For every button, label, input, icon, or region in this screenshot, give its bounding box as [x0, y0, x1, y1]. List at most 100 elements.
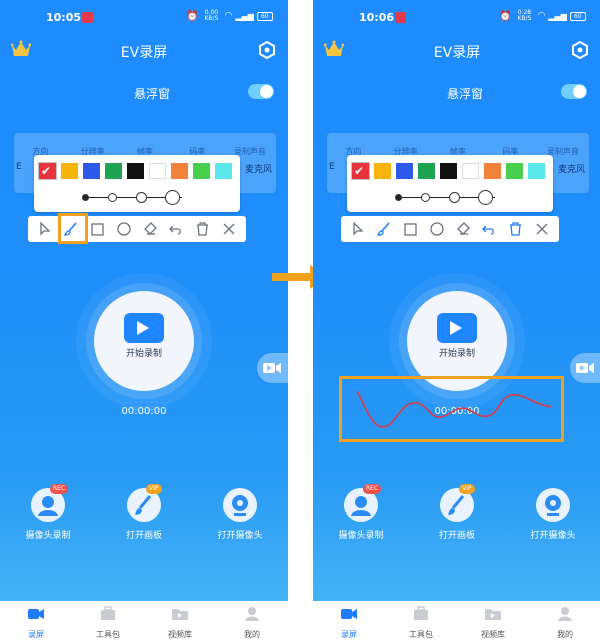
nav-profile[interactable]: 我的: [529, 601, 600, 643]
webcam-icon: [536, 488, 570, 522]
size-dot[interactable]: [478, 190, 493, 205]
floating-side-tab[interactable]: [257, 353, 288, 383]
select-arrow-icon[interactable]: [347, 218, 369, 240]
color-swatch[interactable]: [374, 163, 391, 179]
floating-side-tab[interactable]: [570, 353, 600, 383]
color-swatch[interactable]: [215, 163, 232, 179]
feature-label: 摄像头录制: [338, 531, 384, 541]
feature-label: 打开摄像头: [530, 531, 576, 541]
nav-video-library[interactable]: 视频库: [457, 601, 529, 643]
network-speed: 0.28 KB/S: [517, 9, 532, 22]
color-swatch[interactable]: [528, 163, 545, 179]
signal-icon: ▂▄▆: [548, 11, 567, 21]
nav-toolkit[interactable]: 工具包: [72, 601, 144, 643]
app-header: EV录屏: [313, 38, 600, 64]
settings-hex-icon[interactable]: [258, 41, 276, 59]
video-camera-icon: [437, 313, 477, 343]
eraser-icon[interactable]: [139, 218, 161, 240]
nav-record[interactable]: 录屏: [313, 601, 385, 643]
status-time: 10:05: [46, 11, 82, 24]
trash-icon[interactable]: [505, 218, 527, 240]
open-drawing-board-shortcut[interactable]: VIP 打开画板: [104, 484, 184, 541]
floating-window-toggle[interactable]: [248, 84, 274, 99]
color-swatch[interactable]: [418, 163, 435, 179]
bottom-nav: 录屏 工具包 视频库 我的: [0, 601, 288, 643]
color-swatch[interactable]: ✔: [38, 162, 57, 180]
battery-icon: 60: [256, 11, 273, 21]
open-camera-shortcut[interactable]: 打开摄像头: [513, 488, 593, 541]
color-swatch[interactable]: ✔: [351, 162, 370, 180]
rectangle-icon[interactable]: [87, 218, 109, 240]
size-dot[interactable]: [165, 190, 180, 205]
notification-app-icon: [395, 12, 406, 23]
status-icons: ⏰ 0.00 KB/S ◠ ▂▄▆ 60: [186, 10, 273, 22]
phone-screen-after: 10:06 ⏰ 0.28 KB/S ◠ ▂▄▆ 60 EV录屏 悬浮窗 方向 E…: [313, 0, 600, 643]
color-swatch[interactable]: [127, 163, 144, 179]
color-swatch[interactable]: [149, 163, 166, 179]
video-icon: [576, 363, 594, 373]
record-timer: 00:00:00: [121, 406, 167, 417]
size-dot[interactable]: [395, 194, 402, 201]
brush-size-slider[interactable]: [395, 188, 499, 206]
circle-icon[interactable]: [426, 218, 448, 240]
notification-app-icon: [82, 12, 93, 23]
camera-record-shortcut[interactable]: REC 摄像头录制: [8, 484, 88, 541]
size-dot[interactable]: [82, 194, 89, 201]
rec-badge: REC: [50, 484, 69, 494]
camera-record-shortcut[interactable]: REC 摄像头录制: [321, 484, 401, 541]
wifi-icon: ◠: [224, 11, 233, 21]
color-swatches: ✔: [38, 162, 232, 180]
nav-label: 视频库: [481, 630, 505, 639]
color-swatch[interactable]: [484, 163, 501, 179]
start-record-label: 开始录制: [438, 349, 475, 359]
battery-icon: 60: [569, 11, 586, 21]
floating-window-toggle[interactable]: [561, 84, 587, 99]
rectangle-icon[interactable]: [400, 218, 422, 240]
open-drawing-board-shortcut[interactable]: VIP 打开画板: [417, 484, 497, 541]
brush-icon[interactable]: [373, 218, 395, 240]
color-swatch[interactable]: [83, 163, 100, 179]
color-swatch[interactable]: [171, 163, 188, 179]
alarm-icon: ⏰: [499, 10, 512, 22]
webcam-icon: [223, 488, 257, 522]
tutorial-canvas: 10:05 ⏰ 0.00 KB/S ◠ ▂▄▆ 60 EV录屏 悬浮窗 方向 E…: [0, 0, 600, 643]
color-swatch[interactable]: [105, 163, 122, 179]
eraser-icon[interactable]: [452, 218, 474, 240]
feature-label: 摄像头录制: [25, 531, 71, 541]
nav-profile[interactable]: 我的: [216, 601, 288, 643]
color-swatch[interactable]: [396, 163, 413, 179]
start-record-label: 开始录制: [125, 349, 162, 359]
select-arrow-icon[interactable]: [34, 218, 56, 240]
size-dot[interactable]: [421, 193, 430, 202]
floating-window-label: 悬浮窗: [133, 87, 170, 101]
undo-icon[interactable]: [165, 218, 187, 240]
nav-label: 录屏: [28, 630, 44, 639]
circle-icon[interactable]: [113, 218, 135, 240]
close-icon[interactable]: [218, 218, 240, 240]
size-dot[interactable]: [108, 193, 117, 202]
undo-icon[interactable]: [478, 218, 500, 240]
nav-toolkit[interactable]: 工具包: [385, 601, 457, 643]
bottom-nav: 录屏 工具包 视频库 我的: [313, 601, 600, 643]
brush-size-slider[interactable]: [82, 188, 186, 206]
settings-hex-icon[interactable]: [571, 41, 589, 59]
trash-icon[interactable]: [192, 218, 214, 240]
feature-label: 打开摄像头: [217, 531, 263, 541]
nav-label: 我的: [244, 630, 260, 639]
alarm-icon: ⏰: [186, 10, 199, 22]
feature-label: 打开画板: [438, 531, 475, 541]
nav-video-library[interactable]: 视频库: [144, 601, 216, 643]
color-swatch[interactable]: [506, 163, 523, 179]
open-camera-shortcut[interactable]: 打开摄像头: [200, 488, 280, 541]
color-swatch[interactable]: [462, 163, 479, 179]
folder-tab-icon: [172, 609, 188, 620]
size-dot[interactable]: [136, 192, 147, 203]
start-record-button[interactable]: 开始录制: [94, 291, 194, 391]
color-swatch[interactable]: [193, 163, 210, 179]
color-swatch[interactable]: [440, 163, 457, 179]
status-bar: 10:06 ⏰ 0.28 KB/S ◠ ▂▄▆ 60: [313, 10, 600, 26]
color-swatch[interactable]: [61, 163, 78, 179]
close-icon[interactable]: [531, 218, 553, 240]
size-dot[interactable]: [449, 192, 460, 203]
nav-record[interactable]: 录屏: [0, 601, 72, 643]
